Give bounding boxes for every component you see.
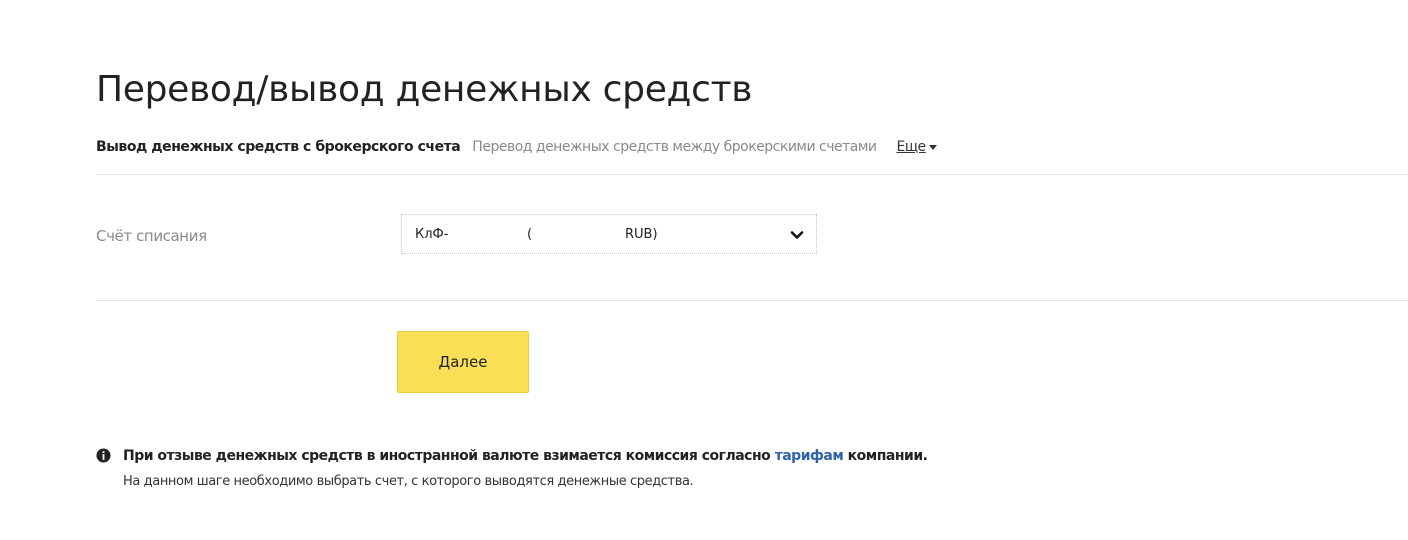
info-commission-text: При отзыве денежных средств в иностранно…	[123, 446, 928, 466]
next-button[interactable]: Далее	[397, 331, 529, 393]
info-commission-before: При отзыве денежных средств в иностранно…	[123, 448, 775, 464]
info-step-hint: На данном шаге необходимо выбрать счет, …	[123, 474, 694, 489]
account-select[interactable]: КлФ- ( RUB)	[401, 214, 817, 254]
account-label: Счёт списания	[96, 227, 207, 245]
account-select-prefix: КлФ-	[415, 227, 449, 242]
tab-more-dropdown[interactable]: Еще	[897, 139, 937, 155]
chevron-down-icon	[790, 231, 804, 239]
tabs-nav: Вывод денежных средств с брокерского сче…	[96, 134, 937, 160]
form-divider	[96, 300, 1408, 301]
tab-withdraw[interactable]: Вывод денежных средств с брокерского сче…	[96, 139, 461, 155]
page-title: Перевод/вывод денежных средств	[96, 69, 753, 110]
info-circle-icon	[96, 448, 111, 463]
tabs-divider	[96, 174, 1408, 175]
account-select-paren: (	[527, 227, 533, 242]
caret-down-icon	[928, 144, 937, 150]
tariffs-link[interactable]: тарифам	[775, 448, 844, 464]
tab-transfer[interactable]: Перевод денежных средств между брокерски…	[472, 139, 877, 155]
account-select-currency: RUB)	[625, 227, 658, 242]
info-commission-after: компании.	[843, 448, 928, 464]
tab-more-label: Еще	[896, 139, 927, 155]
